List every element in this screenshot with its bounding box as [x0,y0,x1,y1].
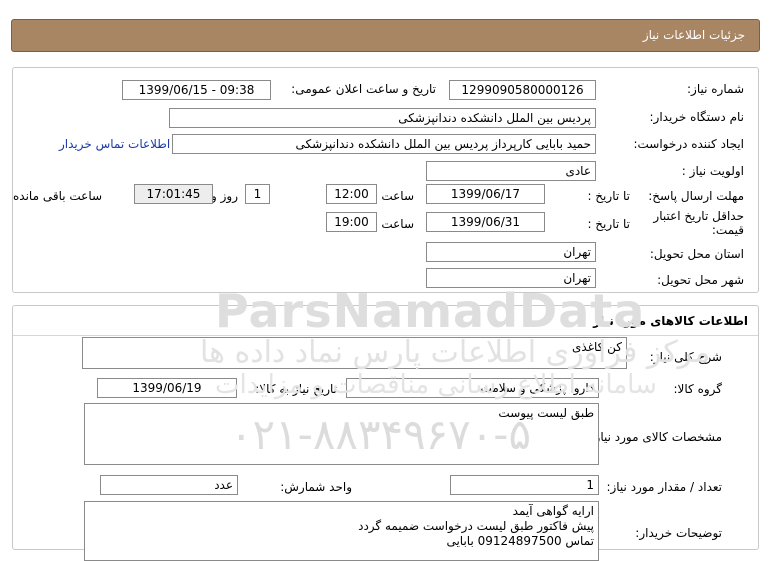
validity-to-date-label: تا تاریخ : [587,217,630,231]
notes-line-2: پیش فاکتور طبق لیست درخواست ضمیمه گردد [358,519,594,533]
watermark-brand: ParsNamadData [215,284,646,338]
days-field: 1 [245,184,270,204]
deadline-date-field: 1399/06/17 [426,184,545,204]
buyer-org-label: نام دستگاه خریدار: [649,110,745,124]
remaining-time-field: 17:01:45 [134,184,213,204]
validity-date-field: 1399/06/31 [426,212,545,232]
priority-label: اولویت نیاز : [681,164,744,178]
validity-label: حداقل تاریخ اعتبار قیمت: [634,209,744,237]
buyer-org-field: پردیس بین الملل دانشکده دندانپزشکی [169,108,596,128]
priority-field: عادی [426,161,596,181]
deadline-label: مهلت ارسال پاسخ: [648,189,744,203]
notes-line-3: تماس 09124897500 بابایی [446,534,594,548]
remaining-label: ساعت باقی مانده [13,189,103,203]
validity-label-text: حداقل تاریخ اعتبار قیمت: [653,209,744,237]
deadline-to-date-label: تا تاریخ : [587,189,630,203]
province-field: تهران [426,242,596,262]
days-label: روز و [211,189,238,203]
validity-time-field: 19:00 [326,212,377,232]
qty-field: 1 [450,475,599,495]
buyer-contact-link[interactable]: اطلاعات تماس خریدار [59,137,170,151]
city-label: شهر محل تحویل: [657,273,744,287]
province-label: استان محل تحویل: [649,247,744,261]
watermark-tagline: سامانه اطلاع رسانی مناقصات و مزایدات [215,370,657,400]
announce-field: 1399/06/15 - 09:38 [122,80,271,100]
creator-field: حمید بابایی کارپرداز پردیس بین الملل دان… [172,134,596,154]
need-number-field: 1299090580000126 [449,80,596,100]
notes-line-1: ارایه گواهی آیمد [512,504,594,518]
group-label: گروه کالا: [673,382,723,396]
notes-field: ارایه گواهی آیمد پیش فاکتور طبق لیست درخ… [84,501,599,561]
need-info-panel: شماره نیاز: 1299090580000126 تاریخ و ساع… [12,67,759,293]
watermark-phone: ۰۲۱-۸۸۳۴۹۶۷۰-۵ [230,410,532,459]
qty-label: تعداد / مقدار مورد نیاز: [606,480,722,494]
announce-label: تاریخ و ساعت اعلان عمومی: [291,82,436,96]
creator-label: ایجاد کننده درخواست: [633,137,744,151]
unit-field: عدد [100,475,238,495]
validity-time-label: ساعت [381,217,414,231]
notes-label: توضیحات خریدار: [635,526,722,540]
need-number-label: شماره نیاز: [687,82,744,96]
unit-label: واحد شمارش: [280,480,352,494]
deadline-time-field: 12:00 [326,184,377,204]
page-title: جزئیات اطلاعات نیاز [642,28,745,42]
watermark-company: مرکز فراوری اطلاعات پارس نماد داده ها [200,335,711,370]
deadline-time-label: ساعت [381,189,414,203]
page-title-bar: جزئیات اطلاعات نیاز [11,19,760,52]
specs-label: مشخصات کالای مورد نیاز: [590,430,722,444]
